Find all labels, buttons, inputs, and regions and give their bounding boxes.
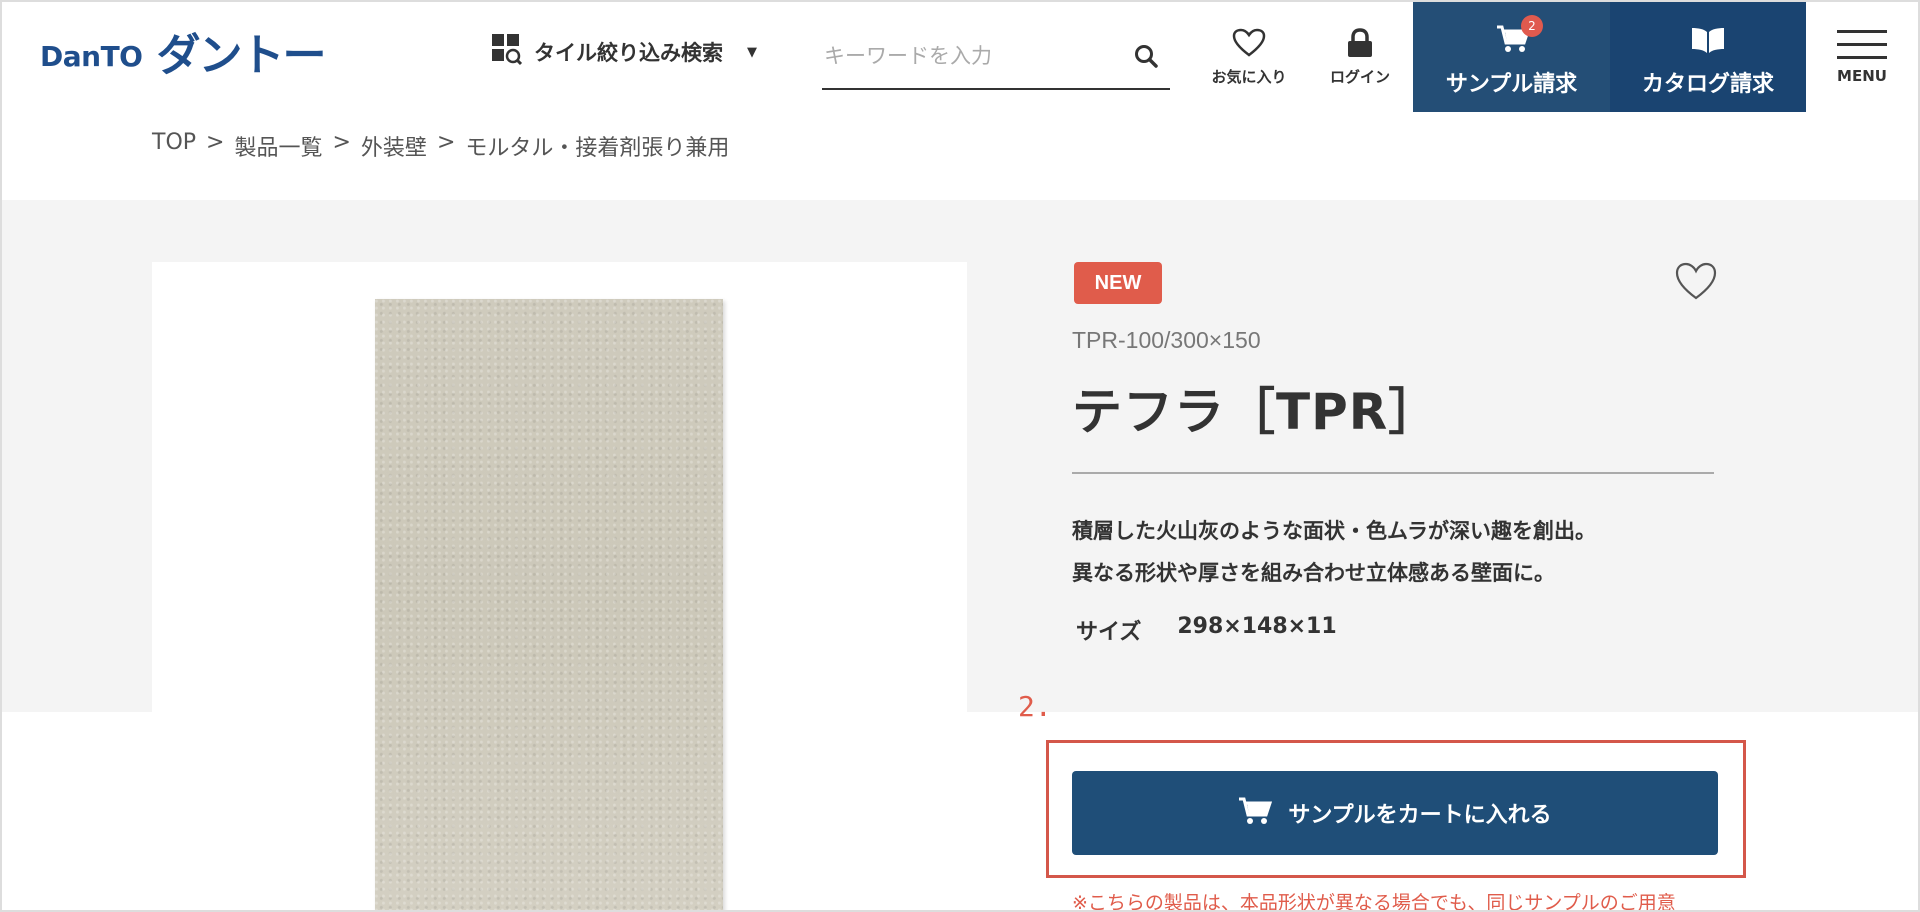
hamburger-icon-bar: [1837, 43, 1887, 46]
chevron-down-icon: ▼: [747, 44, 757, 60]
breadcrumb-separator: >: [332, 130, 351, 155]
add-sample-to-cart-label: サンプルをカートに入れる: [1288, 803, 1552, 828]
search-icon[interactable]: [1134, 44, 1160, 70]
sample-notice-text: ※こちらの製品は、本品形状が異なる場合でも、同じサンプルのご用意: [1072, 892, 1676, 912]
size-value: 298×148×11: [1177, 614, 1337, 639]
product-tile-image[interactable]: [375, 299, 723, 912]
menu-label: MENU: [1837, 67, 1887, 85]
annotation-step-label: 2.: [1018, 690, 1052, 723]
favorites-label: お気に入り: [1211, 68, 1287, 86]
product-description-line: 積層した火山灰のような面状・色ムラが深い趣を創出。: [1072, 519, 1596, 543]
search-box: [822, 30, 1170, 90]
cart-count-badge: 2: [1521, 15, 1543, 37]
breadcrumb-item-current: モルタル・接着剤張り兼用: [465, 136, 730, 161]
tile-filter-label: タイル絞り込み検索: [534, 41, 723, 65]
login-link[interactable]: ログイン: [1310, 28, 1410, 87]
product-description-line: 異なる形状や厚さを組み合わせ立体感ある壁面に。: [1072, 561, 1555, 585]
breadcrumb-item-products[interactable]: 製品一覧: [234, 130, 322, 162]
product-description: 積層した火山灰のような面状・色ムラが深い趣を創出。 異なる形状や厚さを組み合わせ…: [1072, 510, 1596, 594]
menu-button[interactable]: MENU: [1834, 30, 1890, 85]
breadcrumb-item-exterior-wall[interactable]: 外装壁: [361, 130, 427, 162]
site-logo[interactable]: DanTO ダントー: [40, 30, 326, 81]
hamburger-icon: [1837, 30, 1887, 33]
heart-icon: [1232, 28, 1266, 62]
logo-latin-text: DanTO: [40, 39, 143, 73]
login-label: ログイン: [1329, 68, 1390, 86]
cart-icon: [1238, 796, 1273, 830]
breadcrumb-separator: >: [436, 130, 456, 155]
product-title: テフラ［TPR］: [1072, 383, 1440, 441]
add-sample-to-cart-button[interactable]: サンプルをカートに入れる: [1072, 771, 1718, 855]
search-input[interactable]: [824, 38, 1124, 74]
catalog-request-button[interactable]: カタログ請求: [1610, 2, 1806, 112]
catalog-request-label: カタログ請求: [1641, 72, 1774, 97]
favorites-link[interactable]: お気に入り: [1199, 28, 1299, 87]
add-favorite-heart-icon[interactable]: [1674, 262, 1718, 302]
size-label: サイズ: [1076, 620, 1142, 645]
sample-request-button[interactable]: 2 サンプル請求: [1413, 2, 1610, 112]
lock-icon: [1346, 28, 1374, 62]
tile-filter-icon: [492, 34, 523, 70]
site-header: DanTO ダントー タイル絞り込み検索 ▼ キーワードを入力 お気に入り ログ…: [0, 0, 1920, 113]
new-badge: NEW: [1074, 262, 1162, 304]
book-icon: [1690, 26, 1726, 58]
product-image-panel: [152, 262, 967, 912]
product-code: TPR-100/300×150: [1072, 327, 1261, 353]
logo-kana-text: ダントー: [156, 30, 326, 81]
breadcrumb-item-top[interactable]: TOP: [152, 130, 196, 162]
tile-filter-search-button[interactable]: タイル絞り込み検索 ▼: [492, 34, 757, 70]
breadcrumb: TOP > 製品一覧 > 外装壁 > モルタル・接着剤張り兼用: [152, 130, 729, 162]
sample-request-label: サンプル請求: [1445, 72, 1578, 97]
hamburger-icon-bar: [1837, 56, 1887, 59]
breadcrumb-separator: >: [206, 130, 225, 155]
product-size-row: サイズ 298×148×11: [1076, 614, 1337, 646]
title-divider: [1072, 472, 1714, 474]
